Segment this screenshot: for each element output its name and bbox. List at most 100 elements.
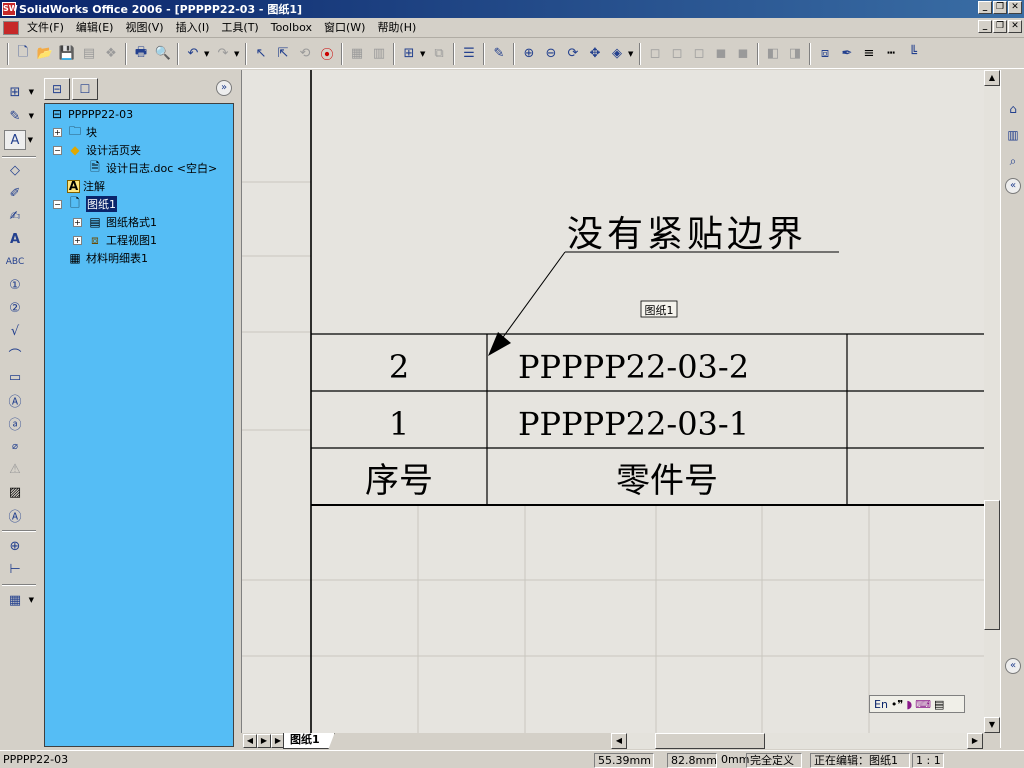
rebuild-icon[interactable]: ⟲ xyxy=(294,43,316,65)
pan-icon[interactable]: ✥ xyxy=(584,43,606,65)
bom-item-1[interactable]: 1 xyxy=(389,405,409,443)
rotate-icon[interactable]: ⟳ xyxy=(562,43,584,65)
panel-splitter[interactable] xyxy=(236,72,240,748)
horizontal-scroll-thumb[interactable] xyxy=(655,733,765,749)
ime-language-bar[interactable]: En •❞ ◗ ⌨ ▤ xyxy=(869,695,965,713)
note-icon[interactable]: A xyxy=(4,229,26,249)
line-color-icon[interactable]: ✒ xyxy=(836,43,858,65)
close-button[interactable]: ✕ xyxy=(1008,1,1022,14)
view-orientation-icon[interactable]: ◈ xyxy=(606,43,628,65)
model-view-dropdown-icon[interactable]: ▼ xyxy=(420,50,428,58)
restore-button[interactable]: ❐ xyxy=(993,1,1007,14)
bom-item-2[interactable]: 2 xyxy=(389,348,409,386)
collapse-sheet-icon[interactable]: − xyxy=(53,200,62,209)
ime-punct-icon[interactable]: •❞ xyxy=(891,698,903,711)
view-orientation-dropdown-icon[interactable]: ▼ xyxy=(628,50,636,58)
shadow-icon[interactable]: ◨ xyxy=(784,43,806,65)
feature-manager-tab[interactable]: ⊟ xyxy=(44,78,70,100)
sketch-icon[interactable]: ✎ xyxy=(488,43,510,65)
expand-blocks-icon[interactable]: + xyxy=(53,128,62,137)
ime-lang[interactable]: En xyxy=(874,698,888,711)
file-explorer-icon[interactable]: ⌕ xyxy=(1004,152,1022,170)
bom-part-2[interactable]: PPPPP22-03-2 xyxy=(518,348,749,386)
vertical-scroll-thumb[interactable] xyxy=(984,500,1000,630)
first-sheet-icon[interactable]: ◀ xyxy=(243,734,257,748)
home-icon[interactable]: ⌂ xyxy=(1004,100,1022,118)
annotation-note[interactable]: 没有紧贴边界 xyxy=(567,214,807,255)
scroll-left-icon[interactable]: ◀ xyxy=(611,733,627,749)
center-mark-icon[interactable]: ⊕ xyxy=(4,536,26,556)
layers-icon[interactable]: ⧈ xyxy=(814,43,836,65)
tree-item-blocks[interactable]: 🗀 块 xyxy=(67,123,97,141)
property-manager-tab[interactable]: ☐ xyxy=(72,78,98,100)
menu-insert[interactable]: 插入(I) xyxy=(170,19,216,37)
layer-icon[interactable]: ▥ xyxy=(368,43,390,65)
scroll-right-icon[interactable]: ▶ xyxy=(967,733,983,749)
model-items-icon[interactable]: ✐ xyxy=(4,183,26,203)
balloon-icon[interactable]: ① xyxy=(4,275,26,295)
model-view-icon[interactable]: ⊞ xyxy=(398,43,420,65)
horizontal-scrollbar[interactable]: ◀ ▶ xyxy=(611,733,983,749)
vertical-scrollbar[interactable]: ▲ ▼ xyxy=(984,70,1000,733)
minimize-button[interactable]: _ xyxy=(978,1,992,14)
open-icon[interactable]: 📂 xyxy=(34,43,56,65)
expand-drawing-view-icon[interactable]: + xyxy=(73,236,82,245)
select-icon[interactable]: ↖ xyxy=(250,43,272,65)
menu-help[interactable]: 帮助(H) xyxy=(371,19,422,37)
expand-task-pane-bottom-icon[interactable]: « xyxy=(1005,658,1021,674)
sheet-tab[interactable]: 图纸1 xyxy=(283,733,335,749)
spelling-icon[interactable]: ABC xyxy=(4,252,26,272)
area-hatch-icon[interactable]: ▨ xyxy=(4,482,26,502)
drawing-toolbar-icon[interactable]: ⊞ ▼ xyxy=(4,82,34,102)
tree-root[interactable]: ⊟ PPPPP22-03 xyxy=(49,105,133,123)
select-filter-icon[interactable]: ⇱ xyxy=(272,43,294,65)
hole-callout-icon[interactable]: ⌀ xyxy=(4,436,26,456)
line-thickness-icon[interactable]: ≡ xyxy=(858,43,880,65)
new-icon[interactable]: 🗋 xyxy=(12,43,34,65)
make-assembly-icon[interactable]: ❖ xyxy=(100,43,122,65)
revision-symbol-icon[interactable]: ⚠ xyxy=(4,459,26,479)
zoom-area-icon[interactable]: ⊖ xyxy=(540,43,562,65)
annotation-toolbar-icon[interactable]: A ▼ xyxy=(4,130,33,150)
tree-item-annotations[interactable]: A 注解 xyxy=(67,177,105,195)
doc-minimize-button[interactable]: _ xyxy=(978,20,992,33)
redo-dropdown-icon[interactable]: ▼ xyxy=(234,50,242,58)
status-scale[interactable]: 1 : 1 xyxy=(912,753,944,768)
bom-header-item[interactable]: 序号 xyxy=(365,461,433,501)
print-preview-icon[interactable]: 🔍 xyxy=(152,43,174,65)
tree-item-design-binder[interactable]: ◆ 设计活页夹 xyxy=(67,141,141,159)
datum-feature-icon[interactable]: Ⓐ xyxy=(4,390,26,410)
dimension-toolbar-icon[interactable]: ✎ ▼ xyxy=(4,106,34,126)
bom-part-1[interactable]: PPPPP22-03-1 xyxy=(518,405,749,443)
datum-target-icon[interactable]: ⓐ xyxy=(4,413,26,433)
section-view-icon[interactable]: ◧ xyxy=(762,43,784,65)
tree-item-sheet[interactable]: 🗋 图纸1 xyxy=(67,195,117,213)
shaded-edges-icon[interactable]: ◼ xyxy=(710,43,732,65)
collapse-panel-icon[interactable]: » xyxy=(216,80,232,96)
tree-item-design-log[interactable]: 🗎 设计日志.doc <空白> xyxy=(87,159,217,177)
block-icon[interactable]: Ⓐ xyxy=(4,505,26,525)
weld-symbol-icon[interactable]: ⌒ xyxy=(4,344,26,364)
menu-toolbox[interactable]: Toolbox xyxy=(265,19,318,37)
auto-balloon-icon[interactable]: ② xyxy=(4,298,26,318)
traffic-light-icon[interactable]: ⦿ xyxy=(316,43,338,65)
surface-finish-icon[interactable]: √ xyxy=(4,321,26,341)
undo-icon[interactable]: ↶ xyxy=(182,43,204,65)
design-library-icon[interactable]: ▥ xyxy=(1004,126,1022,144)
shaded-icon[interactable]: ◼ xyxy=(732,43,754,65)
spell-check-icon[interactable]: ✍ xyxy=(4,206,26,226)
menu-tools[interactable]: 工具(T) xyxy=(215,19,264,37)
ime-menu-icon[interactable]: ▤ xyxy=(934,698,944,711)
expand-task-pane-icon[interactable]: « xyxy=(1005,178,1021,194)
undo-dropdown-icon[interactable]: ▼ xyxy=(204,50,212,58)
ime-keyboard-icon[interactable]: ⌨ xyxy=(915,698,931,711)
scroll-up-icon[interactable]: ▲ xyxy=(984,70,1000,86)
ime-moon-icon[interactable]: ◗ xyxy=(906,698,912,711)
hidden-lines-icon[interactable]: ◻ xyxy=(666,43,688,65)
collapse-design-binder-icon[interactable]: − xyxy=(53,146,62,155)
sheet-label[interactable]: 图纸1 xyxy=(645,304,674,317)
options-icon[interactable]: ☰ xyxy=(458,43,480,65)
menu-file[interactable]: 文件(F) xyxy=(21,19,70,37)
prev-sheet-icon[interactable]: ▶ xyxy=(257,734,271,748)
print-icon[interactable]: 🖶 xyxy=(130,43,152,65)
